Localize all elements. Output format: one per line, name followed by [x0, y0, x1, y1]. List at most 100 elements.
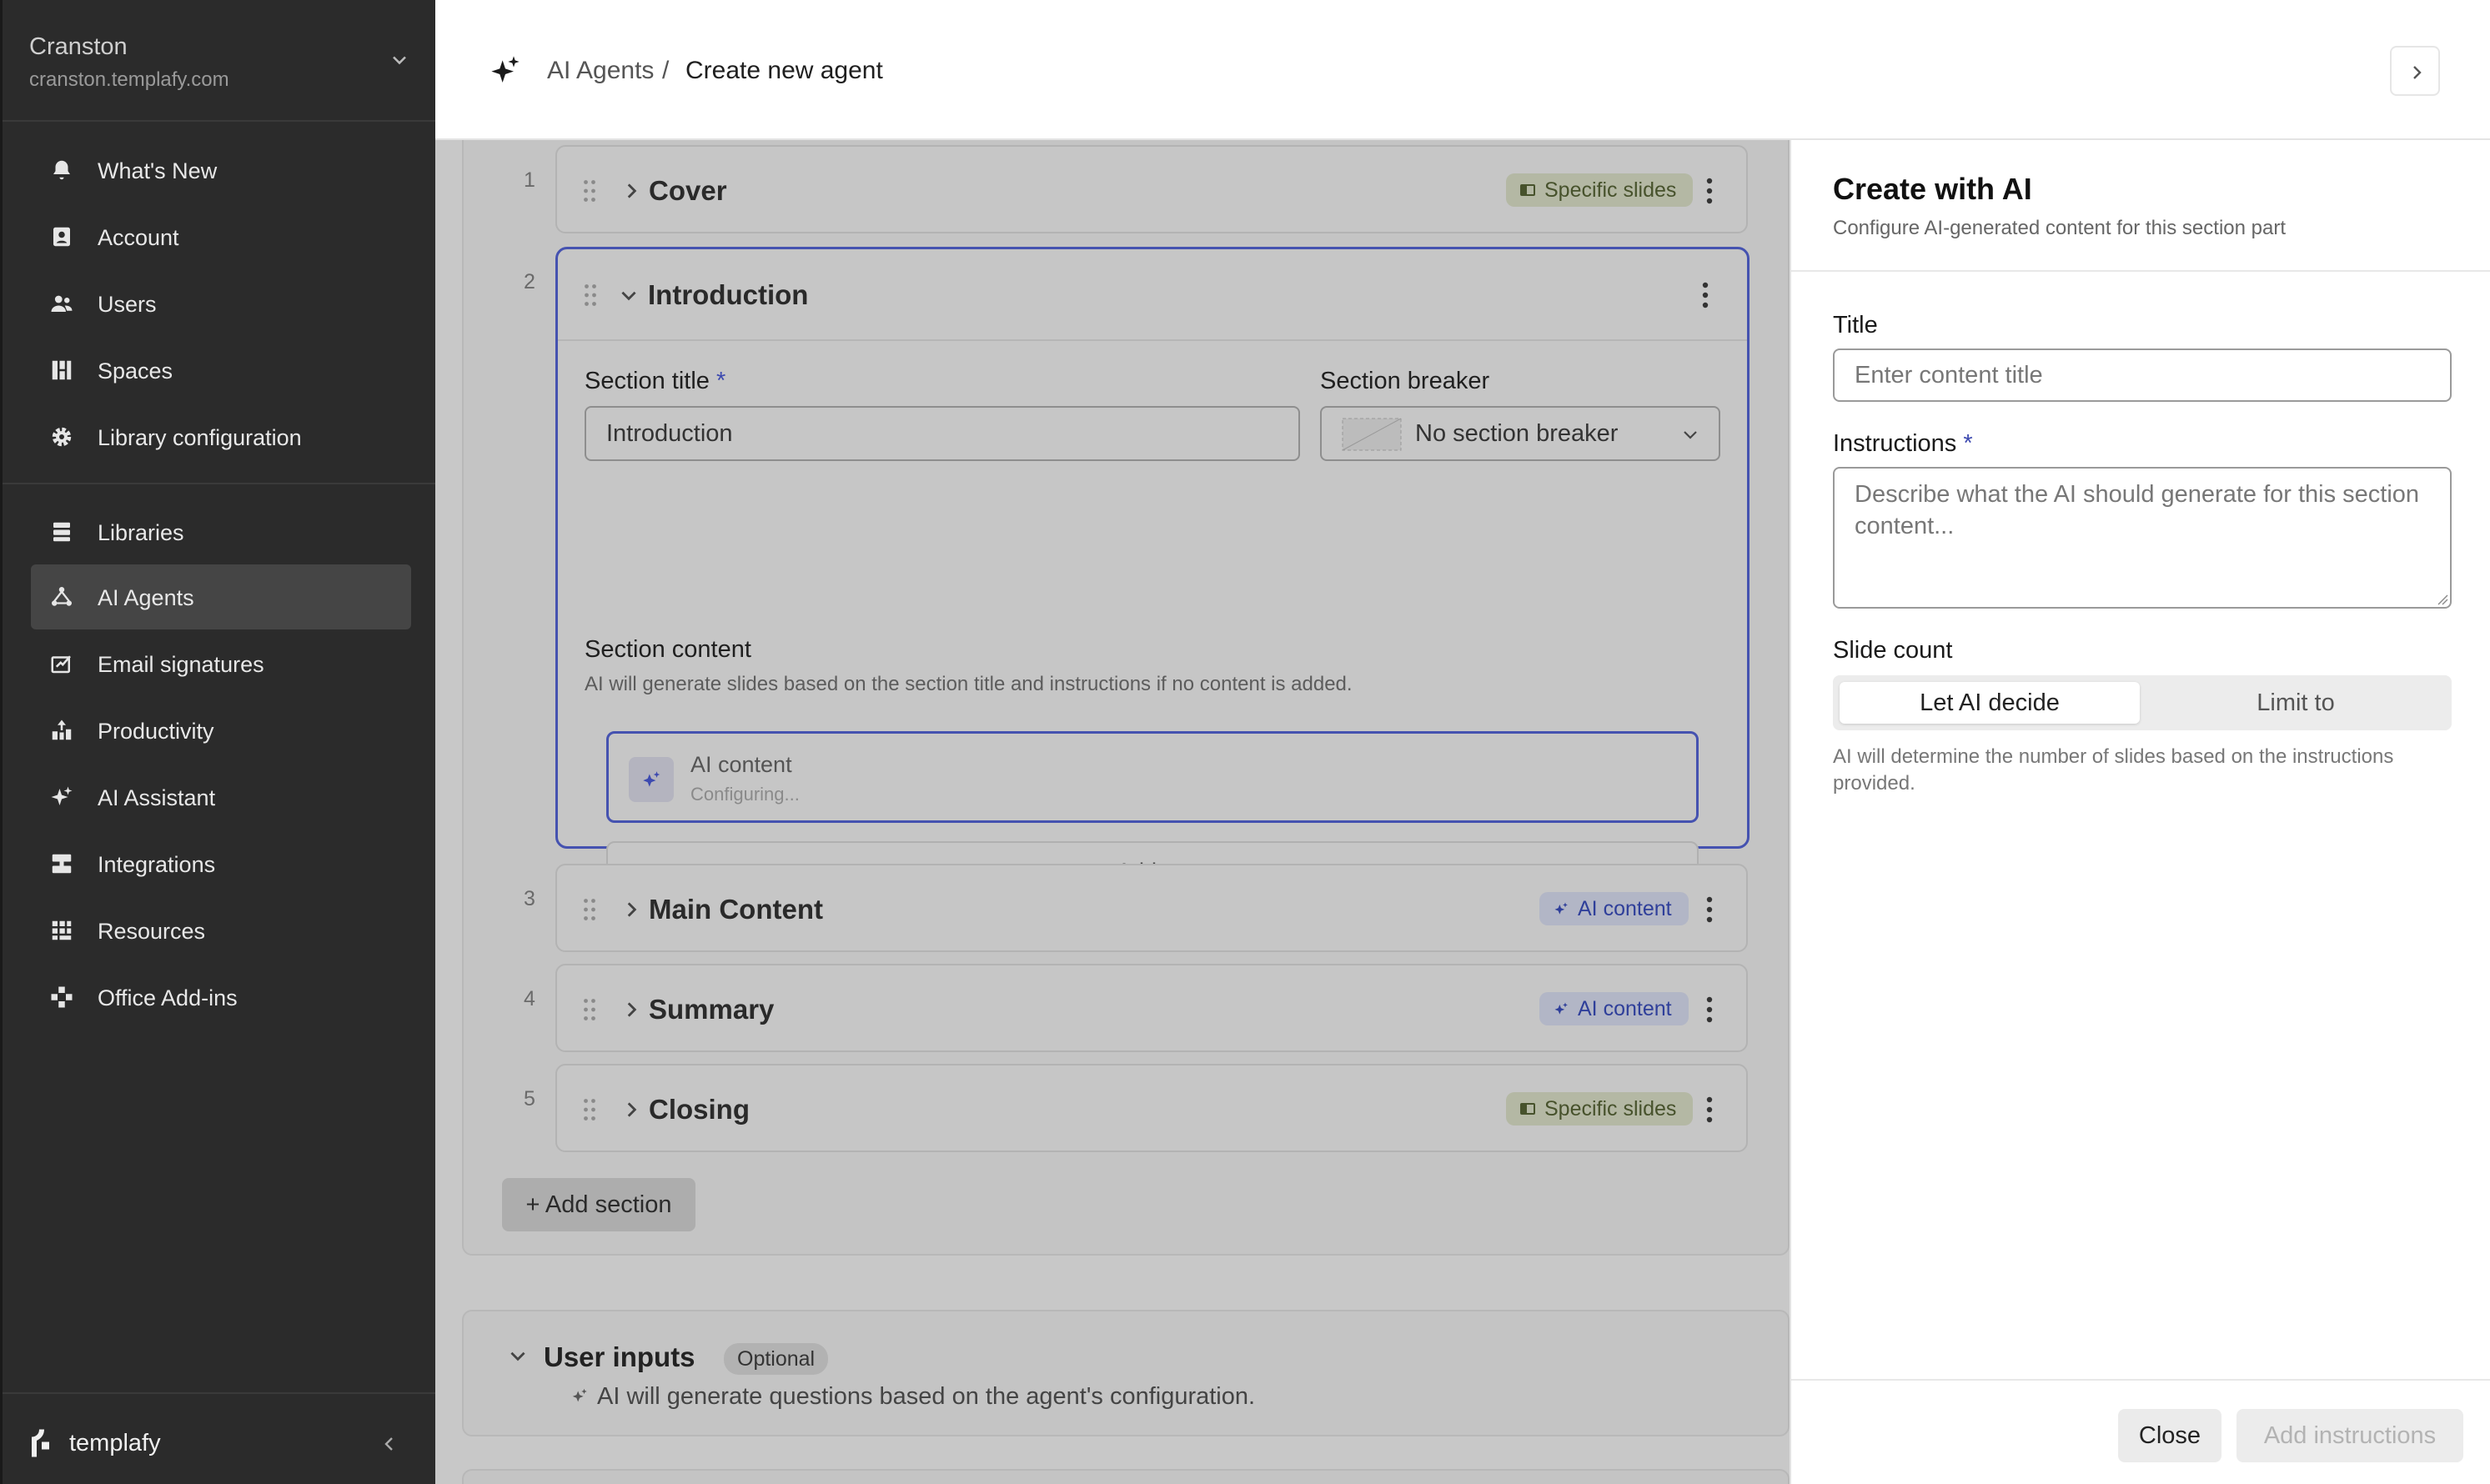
section-card-summary[interactable]: Summary AI content: [555, 964, 1748, 1052]
users-icon: [51, 295, 73, 312]
section-header[interactable]: Introduction: [558, 249, 1747, 341]
section-badge: Specific slides: [1506, 1092, 1694, 1126]
sidebar-item-ai-assistant[interactable]: AI Assistant: [31, 765, 411, 830]
chevron-down-icon[interactable]: [618, 284, 640, 306]
sidebar: Cranston cranston.templafy.com What's Ne…: [0, 0, 438, 1484]
sidebar-item-label: What's New: [98, 158, 218, 183]
ai-content-item[interactable]: AI content Configuring...: [606, 731, 1699, 823]
instructions-label: Instructions *: [1833, 430, 1973, 457]
templafy-logo-icon: [32, 1429, 49, 1457]
sparkle-icon: [491, 56, 520, 83]
ai-content-status: Configuring...: [690, 784, 800, 805]
resize-handle-icon[interactable]: [2437, 594, 2448, 605]
sidebar-item-label: Account: [98, 225, 179, 250]
content-title-input[interactable]: [1833, 348, 2452, 402]
section-title-input[interactable]: Introduction: [585, 406, 1300, 461]
drag-handle-icon[interactable]: [582, 178, 597, 203]
section-card-closing[interactable]: Closing Specific slides: [555, 1064, 1748, 1152]
badge-label: Specific slides: [1544, 178, 1677, 202]
limit-to-option[interactable]: Limit to: [2146, 682, 2445, 724]
add-section-button[interactable]: + Add section: [502, 1178, 695, 1231]
breadcrumb-current: Create new agent: [685, 57, 883, 84]
sidebar-item-library-configuration[interactable]: Library configuration: [31, 404, 411, 469]
optional-badge: Optional: [724, 1343, 829, 1375]
sparkle-icon: [51, 786, 73, 805]
instructions-textarea[interactable]: [1833, 467, 2452, 609]
more-options-icon[interactable]: [1706, 177, 1713, 205]
ai-content-icon-box: [629, 757, 674, 802]
sidebar-divider: [3, 483, 438, 484]
productivity-icon: [52, 719, 72, 740]
more-options-icon[interactable]: [1702, 281, 1709, 309]
sidebar-item-account[interactable]: Account: [31, 204, 411, 269]
sidebar-item-ai-agents[interactable]: AI Agents: [31, 564, 411, 629]
chevron-down-icon[interactable]: [507, 1345, 529, 1366]
chevron-right-icon[interactable]: [620, 1099, 642, 1121]
slide-count-label: Slide count: [1833, 637, 1953, 664]
drag-handle-icon[interactable]: [582, 897, 597, 922]
sidebar-item-label: AI Assistant: [98, 785, 216, 810]
more-options-icon[interactable]: [1706, 1095, 1713, 1124]
sidebar-item-label: Users: [98, 292, 157, 317]
let-ai-decide-option[interactable]: Let AI decide: [1840, 682, 2140, 724]
section-number: 3: [524, 887, 535, 910]
breadcrumb-ai-agents[interactable]: AI Agents: [547, 57, 654, 85]
breadcrumb-separator: /: [662, 57, 670, 84]
panel-footer: Close Add instructions: [1791, 1379, 2490, 1484]
user-inputs-panel: User inputs Optional AI will generate qu…: [462, 1310, 1790, 1436]
badge-label: Specific slides: [1544, 1097, 1677, 1121]
chevron-right-icon[interactable]: [620, 999, 642, 1020]
org-switcher[interactable]: Cranston cranston.templafy.com: [3, 0, 438, 122]
sidebar-item-whats-new[interactable]: What's New: [31, 138, 411, 203]
section-breaker-select[interactable]: No section breaker: [1320, 406, 1720, 461]
section-badge: AI content: [1539, 892, 1689, 925]
ai-content-title: AI content: [690, 752, 792, 777]
sidebar-item-productivity[interactable]: Productivity: [31, 698, 411, 763]
section-card-cover[interactable]: Cover Specific slides: [555, 145, 1748, 233]
sidebar-footer: templafy: [3, 1392, 438, 1484]
chevron-left-icon[interactable]: [379, 1434, 399, 1454]
main-content: 1 Cover Specific slides 2 Introduction S…: [435, 140, 1790, 1484]
chevron-down-icon[interactable]: [388, 48, 411, 72]
sidebar-item-label: Resources: [98, 919, 206, 944]
more-options-icon[interactable]: [1706, 995, 1713, 1024]
sidebar-item-office-add-ins[interactable]: Office Add-ins: [31, 965, 411, 1030]
create-with-ai-panel: Create with AI Configure AI-generated co…: [1790, 140, 2490, 1484]
expand-panel-button[interactable]: [2390, 46, 2440, 96]
chevron-right-icon[interactable]: [620, 899, 642, 920]
section-number: 5: [524, 1087, 535, 1110]
section-card-main-content[interactable]: Main Content AI content: [555, 864, 1748, 952]
section-number: 1: [524, 168, 535, 192]
section-breaker-label: Section breaker: [1320, 368, 1490, 394]
libraries-icon: [53, 522, 70, 542]
sidebar-item-email-signatures[interactable]: Email signatures: [31, 631, 411, 696]
drag-handle-icon[interactable]: [583, 283, 598, 308]
close-button[interactable]: Close: [2118, 1409, 2221, 1462]
chevron-right-icon[interactable]: [620, 180, 642, 202]
sidebar-item-label: Libraries: [98, 520, 184, 545]
section-badge: AI content: [1539, 992, 1689, 1025]
title-label: Title: [1833, 312, 1878, 338]
sidebar-item-users[interactable]: Users: [31, 271, 411, 336]
section-badge: Specific slides: [1506, 173, 1694, 207]
resources-icon: [52, 920, 72, 940]
sparkle-icon: [1554, 902, 1568, 915]
signature-icon: [51, 655, 71, 674]
bell-icon: [53, 160, 70, 180]
drag-handle-icon[interactable]: [582, 997, 597, 1022]
sidebar-item-spaces[interactable]: Spaces: [31, 338, 411, 403]
sidebar-item-label: Spaces: [98, 358, 173, 384]
integrations-icon: [52, 854, 72, 874]
agents-icon: [52, 587, 72, 606]
sidebar-item-libraries[interactable]: Libraries: [31, 499, 411, 564]
more-options-icon[interactable]: [1706, 895, 1713, 924]
org-url: cranston.templafy.com: [29, 68, 229, 91]
panel-divider: [1791, 270, 2490, 272]
drag-handle-icon[interactable]: [582, 1097, 597, 1122]
sidebar-item-integrations[interactable]: Integrations: [31, 831, 411, 896]
gear-icon: [52, 427, 72, 447]
slides-icon: [1520, 1103, 1535, 1115]
chevron-down-icon: [1684, 431, 1697, 439]
add-instructions-button[interactable]: Add instructions: [2236, 1409, 2463, 1462]
sidebar-item-resources[interactable]: Resources: [31, 898, 411, 963]
